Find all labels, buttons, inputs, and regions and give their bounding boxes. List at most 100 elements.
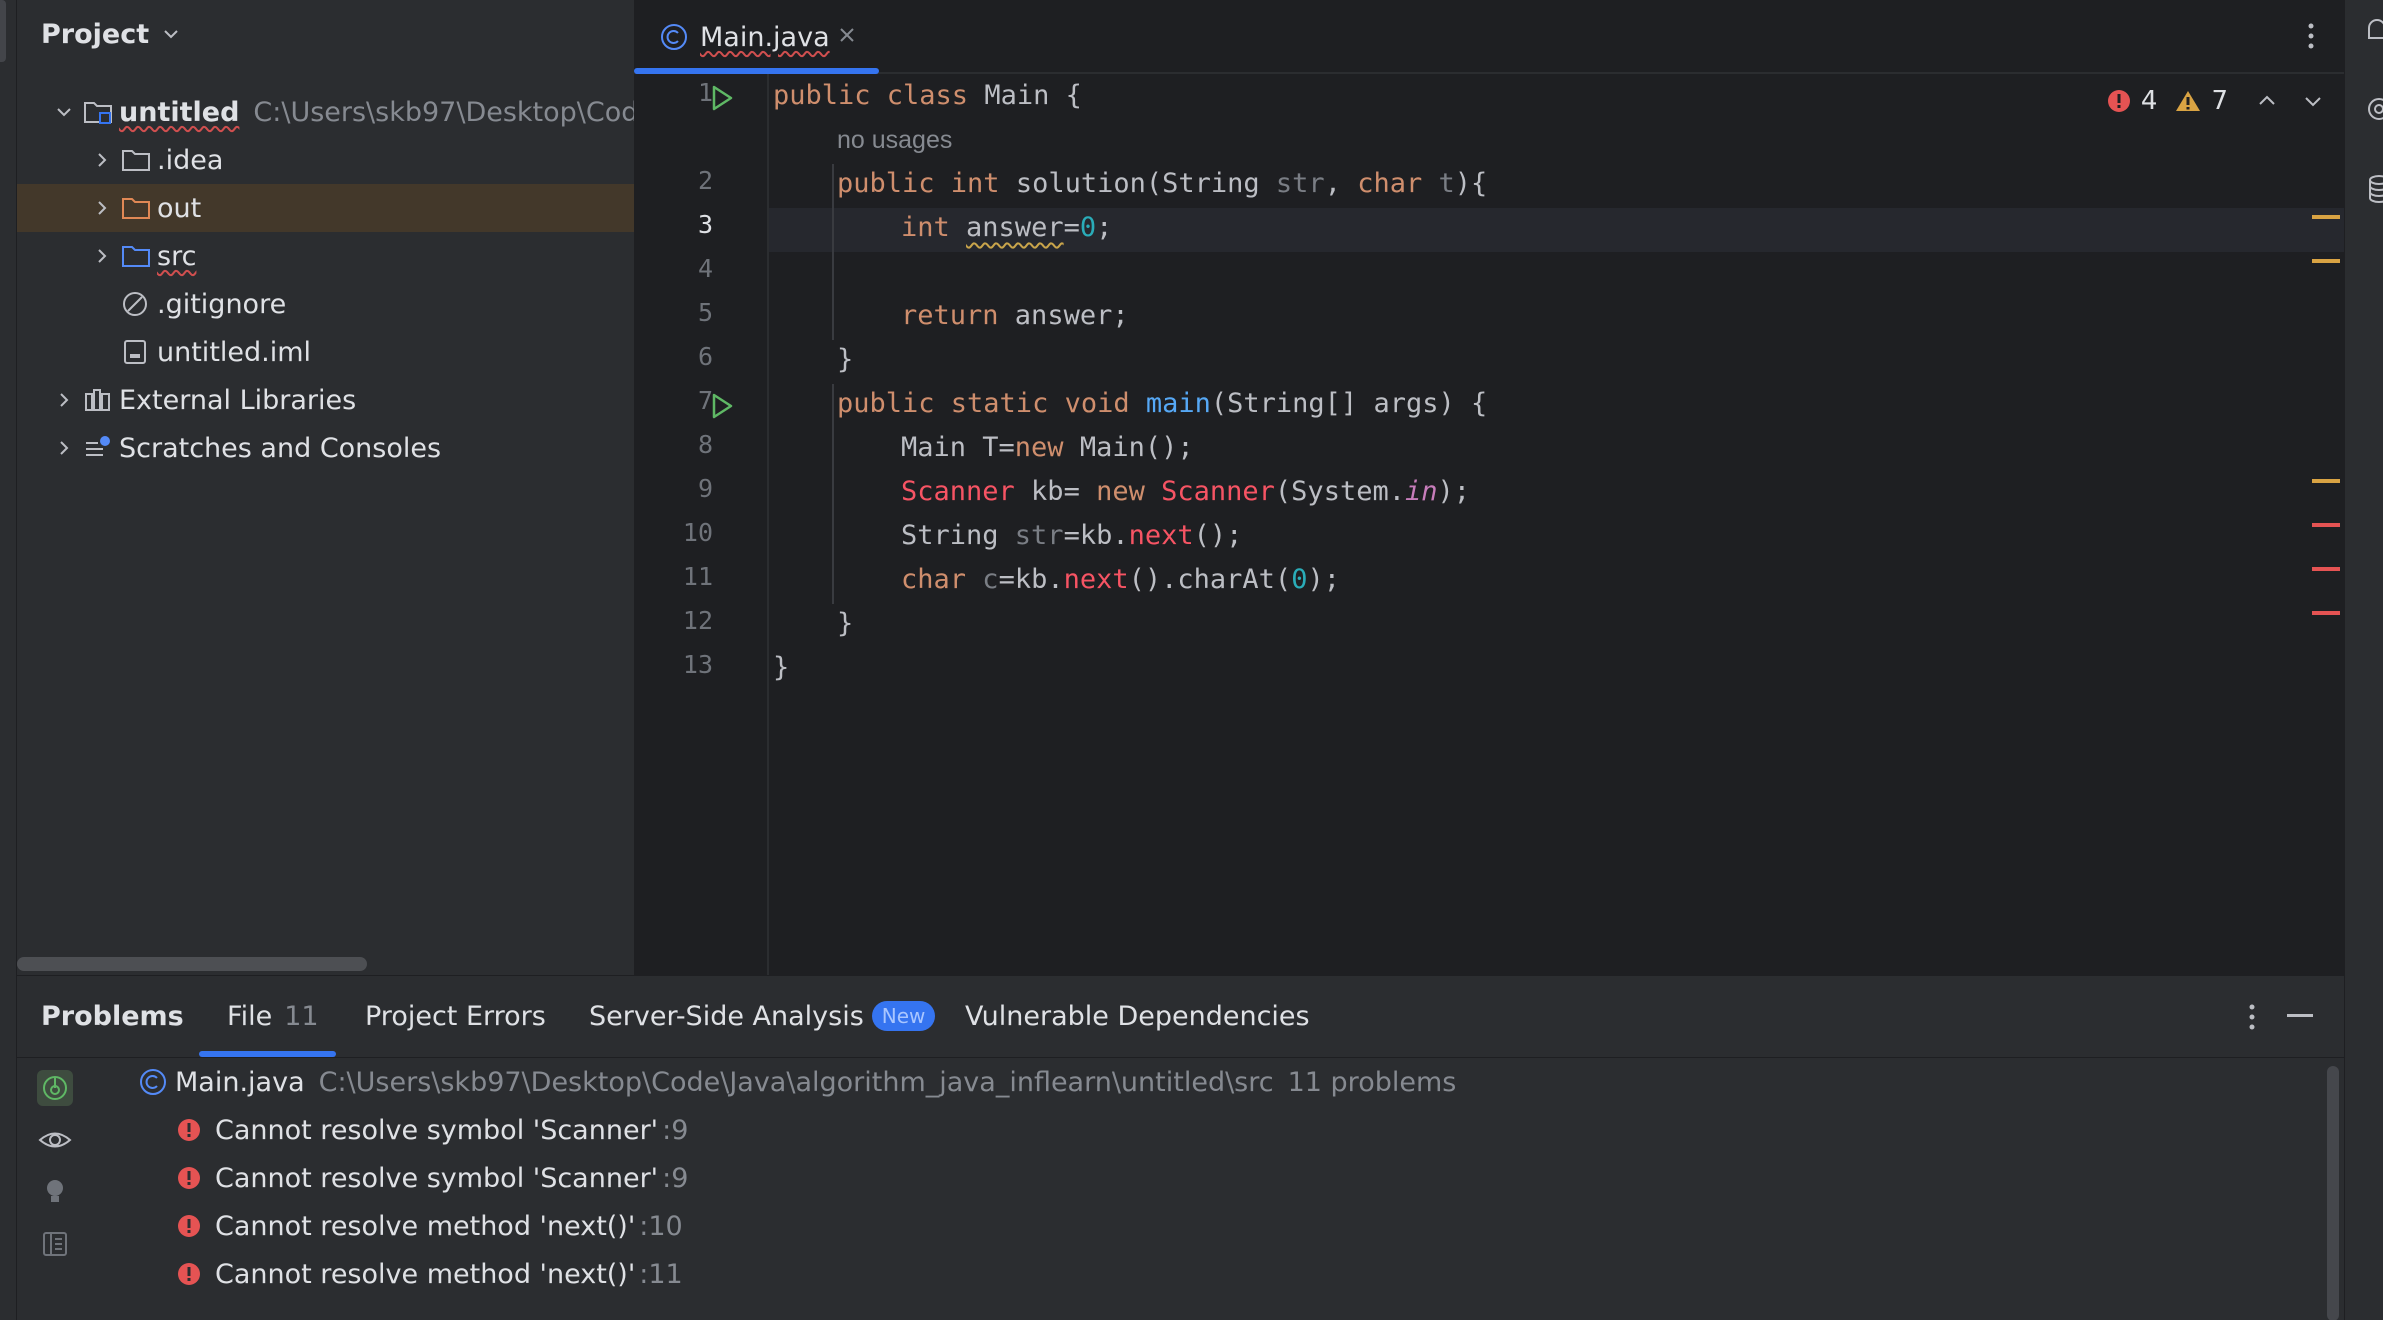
line-number: 6: [697, 342, 713, 371]
code-text: Main();: [1063, 432, 1194, 463]
tree-item-idea[interactable]: .idea: [17, 136, 634, 184]
tab-vulnerable-dependencies[interactable]: Vulnerable Dependencies: [965, 976, 1310, 1058]
warning-stripe-marker[interactable]: [2312, 479, 2340, 483]
error-count: 4: [2140, 86, 2158, 116]
problems-panel-title: Problems: [41, 1001, 184, 1032]
project-panel-title: Project: [41, 18, 150, 50]
tree-item-out[interactable]: out: [17, 184, 634, 232]
problems-toolbar: [17, 1058, 97, 1320]
code-text: kb=: [1014, 476, 1097, 507]
database-icon[interactable]: [2365, 172, 2383, 206]
minimize-icon[interactable]: [2287, 1014, 2313, 1017]
gutter-separator: [767, 74, 769, 975]
chevron-down-icon[interactable]: [2302, 90, 2324, 112]
usages-inlay-hint[interactable]: no usages: [837, 118, 952, 162]
auto-scroll-icon[interactable]: [37, 1070, 73, 1106]
chevron-down-icon[interactable]: [161, 24, 181, 44]
code-text: =: [1063, 212, 1080, 243]
lightbulb-icon[interactable]: [37, 1174, 73, 1210]
more-vertical-icon[interactable]: [2304, 18, 2318, 54]
code-text: =kb.: [998, 564, 1064, 595]
code-number: 0: [1291, 564, 1308, 595]
line-number: 2: [697, 166, 713, 195]
code-line-9: Scanner kb= new Scanner(System.in);: [901, 470, 1470, 514]
line-number-gutter: 1 2 3 4 5 6 7 8 9 10 11 12 13: [634, 74, 769, 975]
new-badge: New: [871, 1000, 936, 1031]
tree-item-external-libraries[interactable]: External Libraries: [17, 376, 634, 424]
code-text: (String: [1145, 168, 1276, 199]
problem-item[interactable]: Cannot resolve symbol 'Scanner' :9: [177, 1154, 688, 1202]
chevron-down-icon[interactable]: [55, 103, 73, 121]
notifications-icon[interactable]: [2365, 14, 2383, 48]
problem-item[interactable]: Cannot resolve method 'next()' :11: [177, 1250, 683, 1298]
chevron-right-icon[interactable]: [93, 151, 111, 169]
inspection-widget[interactable]: 4 7: [2107, 86, 2324, 116]
chevron-right-icon[interactable]: [93, 199, 111, 217]
error-stripe-marker[interactable]: [2312, 611, 2340, 615]
preview-icon[interactable]: [37, 1226, 73, 1262]
problems-panel: Problems File 11 Project Errors Server-Si…: [17, 975, 2344, 1320]
problems-file-row[interactable]: Main.java C:\Users\skb97\Desktop\Code\Ja…: [139, 1058, 1456, 1106]
code-function: main: [1129, 388, 1211, 419]
code-text: ();: [1193, 520, 1243, 551]
error-stripe-marker[interactable]: [2312, 523, 2340, 527]
error-icon: [178, 1119, 200, 1141]
tree-item-src[interactable]: src: [17, 232, 634, 280]
tree-item-gitignore[interactable]: .gitignore: [17, 280, 634, 328]
chevron-up-icon[interactable]: [2256, 90, 2278, 112]
tab-label: Main.java: [700, 21, 830, 53]
problem-line: :10: [639, 1210, 683, 1242]
code-line-12: }: [837, 608, 854, 639]
code-line-5: return answer;: [901, 294, 1129, 338]
code-line-2: public int solution(String str, char t){: [837, 162, 1487, 206]
more-vertical-icon[interactable]: [2245, 1000, 2259, 1034]
chevron-right-icon[interactable]: [55, 391, 73, 409]
close-icon[interactable]: [834, 22, 860, 48]
project-horizontal-scrollbar[interactable]: [17, 957, 367, 971]
tree-item-scratches[interactable]: Scratches and Consoles: [17, 424, 634, 472]
line-number: 4: [697, 254, 713, 283]
error-stripe-marker[interactable]: [2312, 567, 2340, 571]
code-line-3: int answer=0;: [901, 206, 1112, 250]
error-icon: [178, 1167, 200, 1189]
warning-stripe-marker[interactable]: [2312, 259, 2340, 263]
run-gutter-icon[interactable]: [709, 84, 735, 112]
code-line-7: public static void main(String[] args) {: [837, 382, 1487, 426]
line-number: 9: [697, 474, 713, 503]
code-line-11: char c=kb.next().charAt(0);: [901, 558, 1340, 602]
ignore-file-icon: [123, 292, 147, 316]
error-icon: [2107, 90, 2130, 112]
warning-icon: [2176, 91, 2201, 111]
tab-file[interactable]: File 11: [227, 976, 319, 1058]
eye-icon[interactable]: [37, 1122, 73, 1158]
module-folder-icon: [84, 102, 112, 124]
code-line-6: }: [837, 344, 854, 375]
code-keyword: public static void: [837, 388, 1130, 419]
problems-vertical-scrollbar[interactable]: [2327, 1066, 2339, 1320]
warning-count: 7: [2211, 86, 2228, 116]
code-text: answer;: [998, 300, 1129, 331]
code-error: next: [1063, 564, 1129, 595]
ai-assistant-icon[interactable]: [2365, 92, 2383, 126]
tab-server-side-analysis[interactable]: Server-Side Analysis New: [589, 976, 936, 1058]
problem-text: Cannot resolve method 'next()': [215, 1210, 636, 1242]
project-tool-selected-indicator: [0, 0, 6, 62]
tree-item-untitled[interactable]: untitled C:\Users\skb97\Desktop\Code\J: [17, 88, 634, 136]
problem-item[interactable]: Cannot resolve symbol 'Scanner' :9: [177, 1106, 688, 1154]
problem-text: Cannot resolve symbol 'Scanner': [215, 1114, 659, 1146]
project-panel-header[interactable]: Project: [17, 0, 634, 68]
run-gutter-icon[interactable]: [709, 392, 735, 420]
code-keyword: int: [901, 212, 950, 243]
warning-stripe-marker[interactable]: [2312, 215, 2340, 219]
indent-guide: [832, 384, 834, 604]
tree-item-untitled-iml[interactable]: untitled.iml: [17, 328, 634, 376]
line-number: 3: [697, 210, 713, 239]
chevron-right-icon[interactable]: [93, 247, 111, 265]
tab-project-errors[interactable]: Project Errors: [365, 976, 546, 1058]
chevron-right-icon[interactable]: [55, 439, 73, 457]
line-number: 13: [682, 650, 713, 679]
code-text: =kb.: [1063, 520, 1129, 551]
problem-item[interactable]: Cannot resolve method 'next()' :10: [177, 1202, 683, 1250]
